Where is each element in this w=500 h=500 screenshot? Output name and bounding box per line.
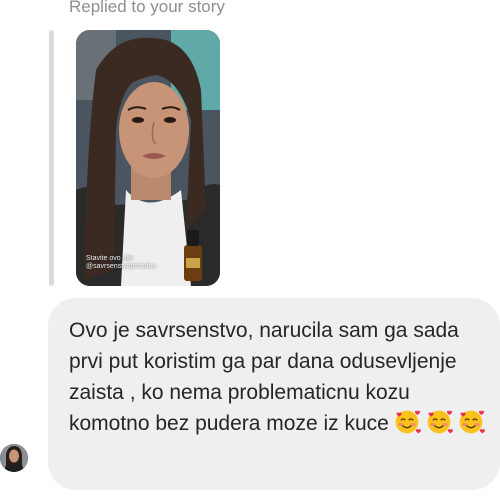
story-tag-line-1: Stavite ovo ulje xyxy=(86,255,134,262)
emoji-group xyxy=(389,408,485,439)
message-text: Ovo je savrsenstvo, narucila sam ga sada… xyxy=(69,315,490,439)
story-preview-thumbnail[interactable]: Stavite ovo ulje @savrsenstvoprirodno xyxy=(76,30,220,286)
avatar-image xyxy=(0,444,28,472)
message-bubble[interactable]: Ovo je savrsenstvo, narucila sam ga sada… xyxy=(48,298,500,490)
smiling-face-with-hearts-icon xyxy=(395,410,421,434)
reply-indicator-bar xyxy=(49,30,54,286)
replied-to-story-label: Replied to your story xyxy=(69,0,225,16)
smiling-face-with-hearts-icon xyxy=(459,410,485,434)
story-image xyxy=(76,30,220,286)
smiling-face-with-hearts-icon xyxy=(427,410,453,434)
story-tag-line-2: @savrsenstvoprirodno xyxy=(86,263,157,270)
story-mention-tag: Stavite ovo ulje @savrsenstvoprirodno xyxy=(86,255,156,271)
sender-avatar[interactable] xyxy=(0,444,28,472)
